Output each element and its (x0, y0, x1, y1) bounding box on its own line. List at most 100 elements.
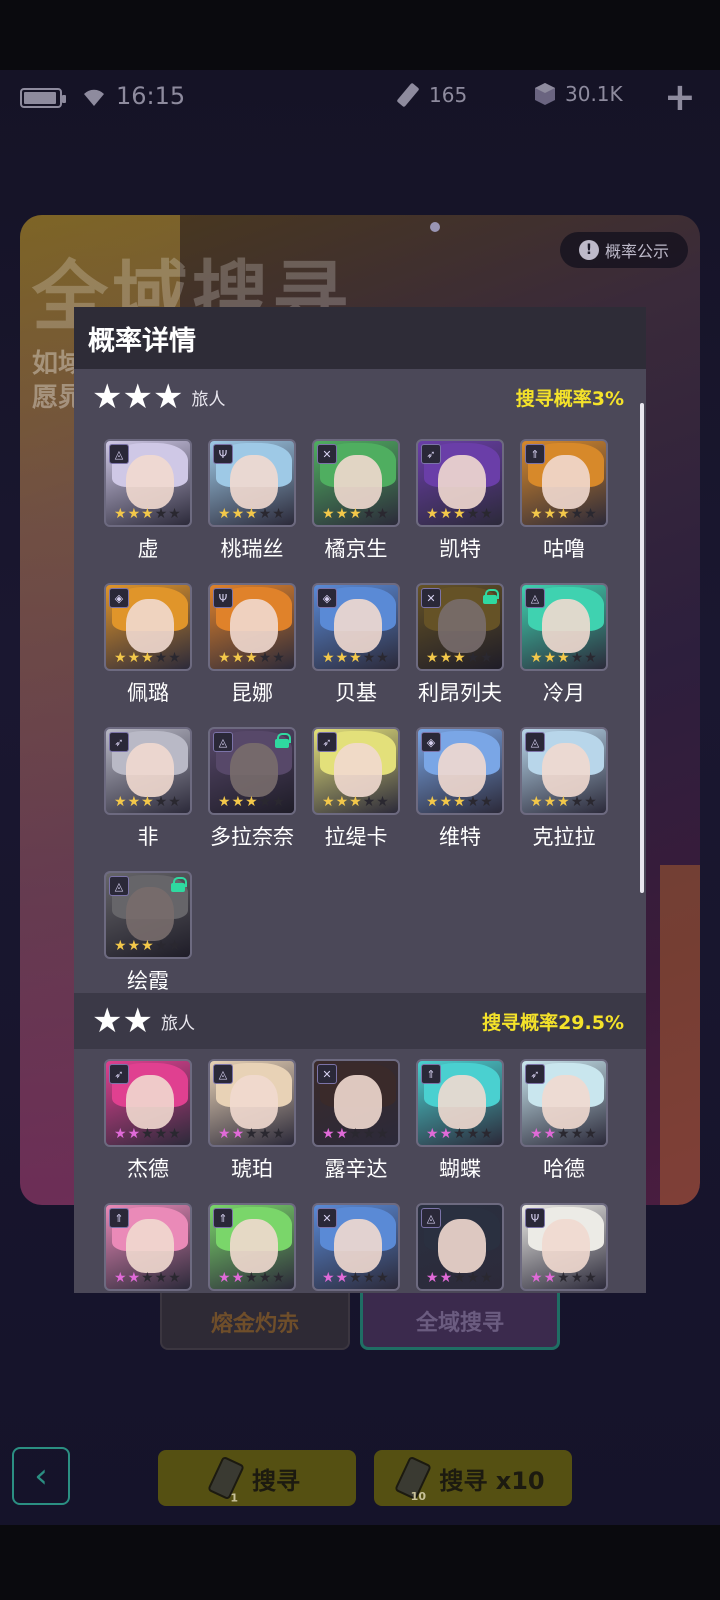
character-card[interactable]: ✕ ★ ★ ★ ★ ★ 露辛达 (312, 1059, 400, 1185)
character-card[interactable]: ⇑ ★ ★ ★ ★ ★ 咕噜 (520, 439, 608, 565)
rarity-stars: ★ ★ ★ ★ ★ (322, 506, 389, 522)
bow-icon: ➶ (421, 444, 441, 464)
character-card[interactable]: Ψ ★ ★ ★ ★ ★ 昆娜 (208, 583, 296, 709)
ticket-cost: 1 (230, 1491, 239, 1505)
character-card[interactable]: ➶ ★ ★ ★ ★ ★ 哈德 (520, 1059, 608, 1185)
rarity-stars: ★ ★ ★ ★ ★ (426, 650, 493, 666)
rarity-stars: ★ ★ ★ ★ ★ (426, 506, 493, 522)
character-portrait: ◈ ★ ★ ★ ★ ★ (104, 583, 192, 671)
back-button[interactable]: ‹ (12, 1447, 70, 1505)
bow-icon: ➶ (109, 1064, 129, 1084)
trident-icon: Ψ (213, 588, 233, 608)
crystal-count: 30.1K (565, 82, 623, 106)
cursed-icon: ◬ (421, 1208, 441, 1228)
tab-global-search-label: 全域搜寻 (415, 1311, 504, 1336)
bottom-band (0, 1525, 720, 1600)
probability-details-dialog[interactable]: 概率详情 ★★★ 旅人 搜寻概率3% ◬ ★ ★ ★ ★ ★ 虚 Ψ ★ ★ ★ ★ ★ 桃瑞丝 ✕ ★ ★ ★ ★… (74, 307, 646, 1293)
character-card[interactable]: ◬ ★ ★ ★ ★ ★ (416, 1203, 504, 1293)
character-name: 橘京生 (324, 537, 388, 561)
trident-icon: Ψ (213, 444, 233, 464)
bow-icon: ➶ (109, 732, 129, 752)
rarity-stars: ★ ★ ★ ★ ★ (218, 506, 285, 522)
character-card[interactable]: ✕ ★ ★ ★ ★ ★ 橘京生 (312, 439, 400, 565)
cursed-icon: ◬ (525, 732, 545, 752)
character-portrait: Ψ ★ ★ ★ ★ ★ (208, 439, 296, 527)
rarity-stars: ★ ★ ★ ★ ★ (114, 938, 181, 954)
character-portrait: ⇑ ★ ★ ★ ★ ★ (208, 1203, 296, 1291)
character-portrait: ➶ ★ ★ ★ ★ ★ (416, 439, 504, 527)
character-card[interactable]: ◈ ★ ★ ★ ★ ★ 维特 (416, 727, 504, 853)
rarity-stars: ★ ★ ★ ★ ★ (114, 650, 181, 666)
swords-icon: ✕ (317, 1064, 337, 1084)
character-name: 非 (137, 825, 159, 849)
character-grid-3star: ◬ ★ ★ ★ ★ ★ 虚 Ψ ★ ★ ★ ★ ★ 桃瑞丝 ✕ ★ ★ ★ ★ ★ 橘京生 ➶ ★ ★ ★ ★ ★ 凯特 ⇑ ★ ★ ★ ★ ★ 咕… (104, 439, 608, 1015)
character-card[interactable]: ◬ ★ ★ ★ ★ ★ 琥珀 (208, 1059, 296, 1185)
ticket-resource[interactable]: 165 (395, 82, 467, 108)
trident-icon: Ψ (525, 1208, 545, 1228)
character-portrait: ➶ ★ ★ ★ ★ ★ (104, 1059, 192, 1147)
status-time: 16:15 (116, 82, 186, 110)
search-ten-button[interactable]: 10 搜寻 x10 (374, 1450, 572, 1506)
ticket-icon: 10 (394, 1455, 433, 1503)
tier-label: 旅人 (191, 389, 226, 410)
tier-header-3star: ★★★ 旅人 搜寻概率3% (74, 369, 646, 425)
character-portrait: ⇑ ★ ★ ★ ★ ★ (416, 1059, 504, 1147)
search-once-button[interactable]: 1 搜寻 (158, 1450, 356, 1506)
lock-icon (275, 733, 291, 748)
character-card[interactable]: ◬ ★ ★ ★ ★ ★ 绘霞 (104, 871, 192, 997)
ticket-cost: 10 (410, 1489, 427, 1503)
tier-stars: ★★★ (92, 377, 184, 417)
character-portrait: Ψ ★ ★ ★ ★ ★ (520, 1203, 608, 1291)
ticket-count: 165 (429, 83, 468, 107)
character-card[interactable]: ◈ ★ ★ ★ ★ ★ 贝基 (312, 583, 400, 709)
character-name: 杰德 (127, 1157, 169, 1181)
info-icon: ! (578, 240, 599, 260)
character-name: 昆娜 (231, 681, 273, 705)
character-card[interactable]: Ψ ★ ★ ★ ★ ★ (520, 1203, 608, 1293)
character-card[interactable]: ◬ ★ ★ ★ ★ ★ 冷月 (520, 583, 608, 709)
character-card[interactable]: ⇑ ★ ★ ★ ★ ★ (208, 1203, 296, 1293)
rarity-stars: ★ ★ ★ ★ ★ (530, 506, 597, 522)
rarity-stars: ★ ★ ★ ★ ★ (218, 1126, 285, 1142)
character-card[interactable]: ✕ ★ ★ ★ ★ ★ 利昂列夫 (416, 583, 504, 709)
dialog-title: 概率详情 (88, 325, 196, 357)
page-indicator-dot (430, 222, 440, 232)
character-portrait: ➶ ★ ★ ★ ★ ★ (312, 727, 400, 815)
character-card[interactable]: ➶ ★ ★ ★ ★ ★ 非 (104, 727, 192, 853)
diamond-icon: ◈ (109, 588, 129, 608)
character-card[interactable]: ◬ ★ ★ ★ ★ ★ 克拉拉 (520, 727, 608, 853)
rarity-stars: ★ ★ ★ ★ ★ (530, 794, 597, 810)
cursed-icon: ◬ (213, 732, 233, 752)
character-card[interactable]: Ψ ★ ★ ★ ★ ★ 桃瑞丝 (208, 439, 296, 565)
add-currency-button[interactable]: + (664, 78, 696, 116)
character-name: 凯特 (439, 537, 481, 561)
character-card[interactable]: ➶ ★ ★ ★ ★ ★ 凯特 (416, 439, 504, 565)
character-card[interactable]: ✕ ★ ★ ★ ★ ★ (312, 1203, 400, 1293)
character-card[interactable]: ◬ ★ ★ ★ ★ ★ 虚 (104, 439, 192, 565)
tier-header-2star: ★★ 旅人 搜寻概率29.5% (74, 993, 646, 1049)
battery-icon (20, 88, 66, 108)
character-portrait: ◬ ★ ★ ★ ★ ★ (208, 727, 296, 815)
crystal-resource[interactable]: 30.1K (533, 82, 623, 106)
character-card[interactable]: ➶ ★ ★ ★ ★ ★ 拉缇卡 (312, 727, 400, 853)
character-card[interactable]: ◬ ★ ★ ★ ★ ★ 多拉奈奈 (208, 727, 296, 853)
tier-rate: 搜寻概率29.5% (482, 1011, 624, 1034)
character-card[interactable]: ◈ ★ ★ ★ ★ ★ 佩璐 (104, 583, 192, 709)
rarity-stars: ★ ★ ★ ★ ★ (114, 794, 181, 810)
cursed-icon: ◬ (109, 444, 129, 464)
character-portrait: ➶ ★ ★ ★ ★ ★ (520, 1059, 608, 1147)
character-name: 虚 (137, 537, 159, 561)
character-portrait: ✕ ★ ★ ★ ★ ★ (416, 583, 504, 671)
rarity-stars: ★ ★ ★ ★ ★ (218, 650, 285, 666)
diamond-icon: ◈ (317, 588, 337, 608)
character-card[interactable]: ⇑ ★ ★ ★ ★ ★ (104, 1203, 192, 1293)
character-card[interactable]: ⇑ ★ ★ ★ ★ ★ 蝴蝶 (416, 1059, 504, 1185)
character-card[interactable]: ➶ ★ ★ ★ ★ ★ 杰德 (104, 1059, 192, 1185)
rarity-stars: ★ ★ ★ ★ ★ (218, 794, 285, 810)
character-name: 哈德 (543, 1157, 585, 1181)
rarity-stars: ★ ★ ★ ★ ★ (114, 1126, 181, 1142)
rarity-stars: ★ ★ ★ ★ ★ (322, 794, 389, 810)
tier-label: 旅人 (160, 1013, 195, 1034)
probability-announcement-button[interactable]: ! 概率公示 (560, 232, 688, 268)
scrollbar[interactable] (640, 403, 644, 893)
